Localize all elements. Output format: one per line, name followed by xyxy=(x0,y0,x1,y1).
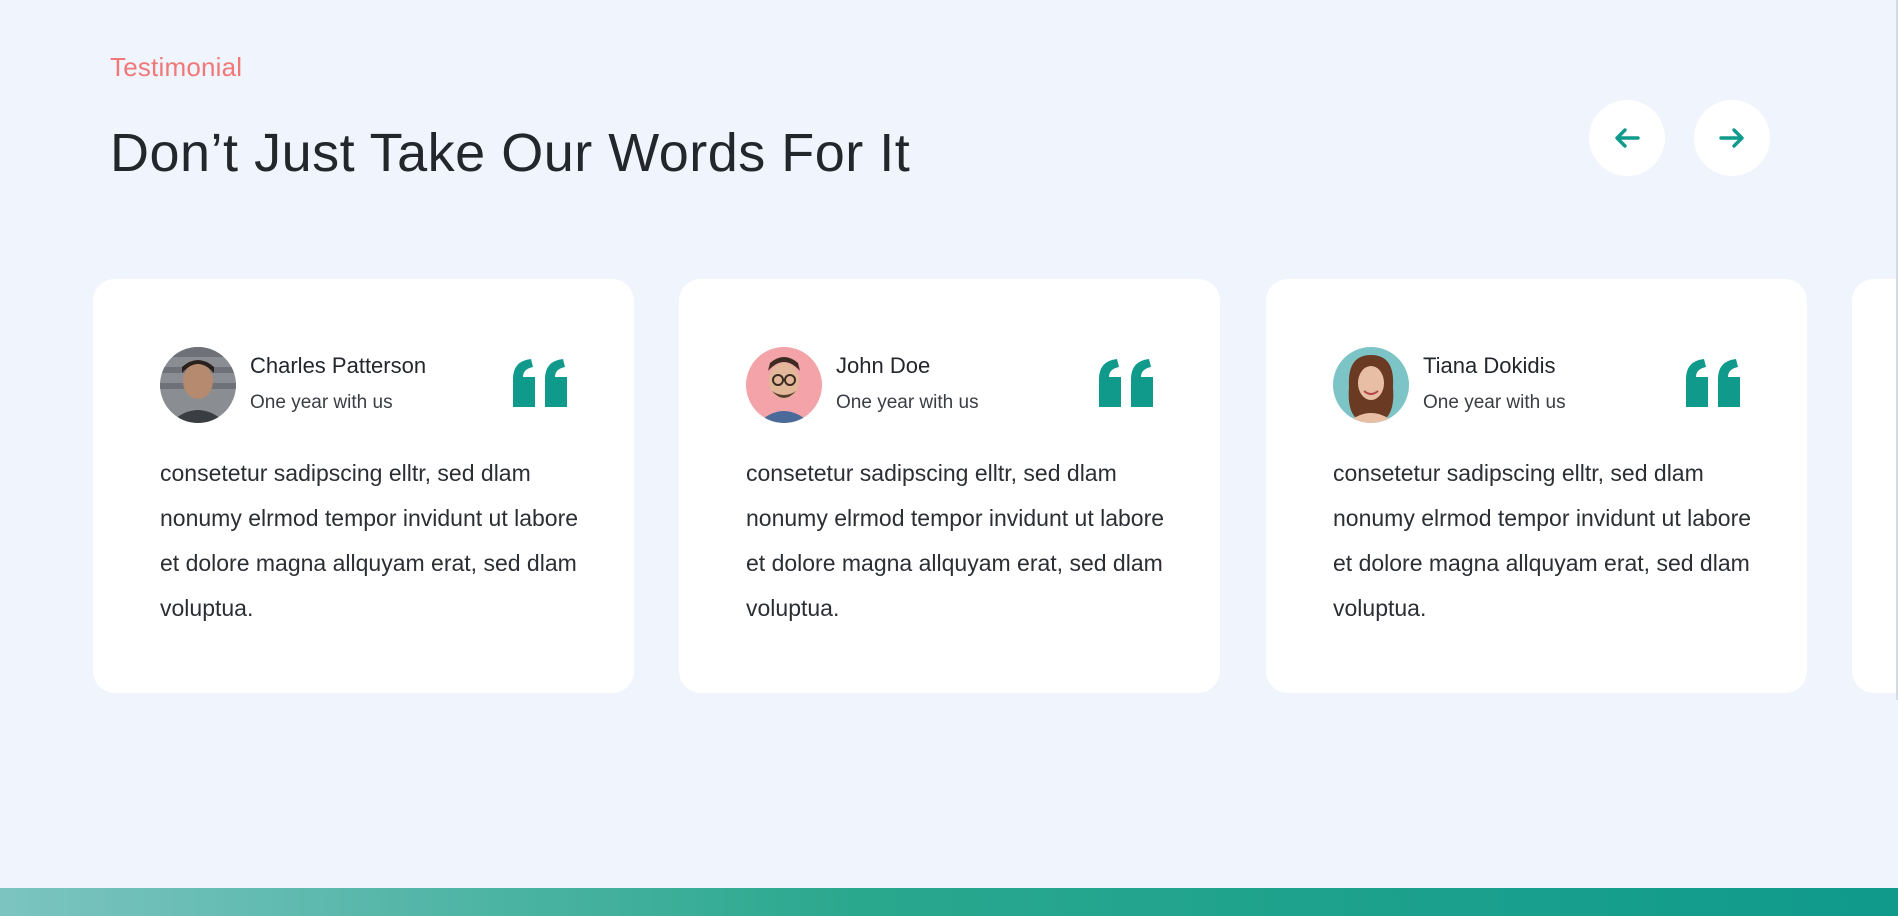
testimonial-text: consetetur sadipscing elltr, sed dlam no… xyxy=(1333,460,1752,621)
testimonial-card-next-partial xyxy=(1852,279,1898,693)
testimonial-eyebrow: Testimonial xyxy=(110,52,243,82)
testimonial-name: Charles Patterson xyxy=(250,353,427,378)
testimonial-carousel[interactable]: Charles Patterson One year with us conse… xyxy=(0,279,1898,693)
testimonial-card: John Doe One year with us consetetur sad… xyxy=(679,279,1220,693)
testimonial-name: Tiana Dokidis xyxy=(1423,353,1556,378)
testimonial-text: consetetur sadipscing elltr, sed dlam no… xyxy=(160,460,579,621)
quote-icon xyxy=(1686,359,1740,407)
testimonial-tenure: One year with us xyxy=(1423,392,1566,413)
next-slide-button[interactable] xyxy=(1694,100,1770,176)
testimonial-tenure: One year with us xyxy=(250,392,393,413)
arrow-right-icon xyxy=(1719,128,1744,148)
testimonial-name: John Doe xyxy=(836,353,931,378)
testimonial-card: Tiana Dokidis One year with us consetetu… xyxy=(1266,279,1807,693)
footer-gradient-bar xyxy=(0,888,1898,916)
testimonial-tenure: One year with us xyxy=(836,392,979,413)
previous-slide-button[interactable] xyxy=(1589,100,1665,176)
testimonial-card: Charles Patterson One year with us conse… xyxy=(93,279,634,693)
avatar-john xyxy=(746,347,822,423)
arrow-left-icon xyxy=(1615,128,1640,148)
quote-icon xyxy=(1099,359,1153,407)
testimonial-text: consetetur sadipscing elltr, sed dlam no… xyxy=(746,460,1165,621)
avatar-charles xyxy=(160,347,236,423)
section-title: Don’t Just Take Our Words For It xyxy=(110,123,911,183)
quote-icon xyxy=(513,359,567,407)
avatar-tiana xyxy=(1333,347,1409,423)
